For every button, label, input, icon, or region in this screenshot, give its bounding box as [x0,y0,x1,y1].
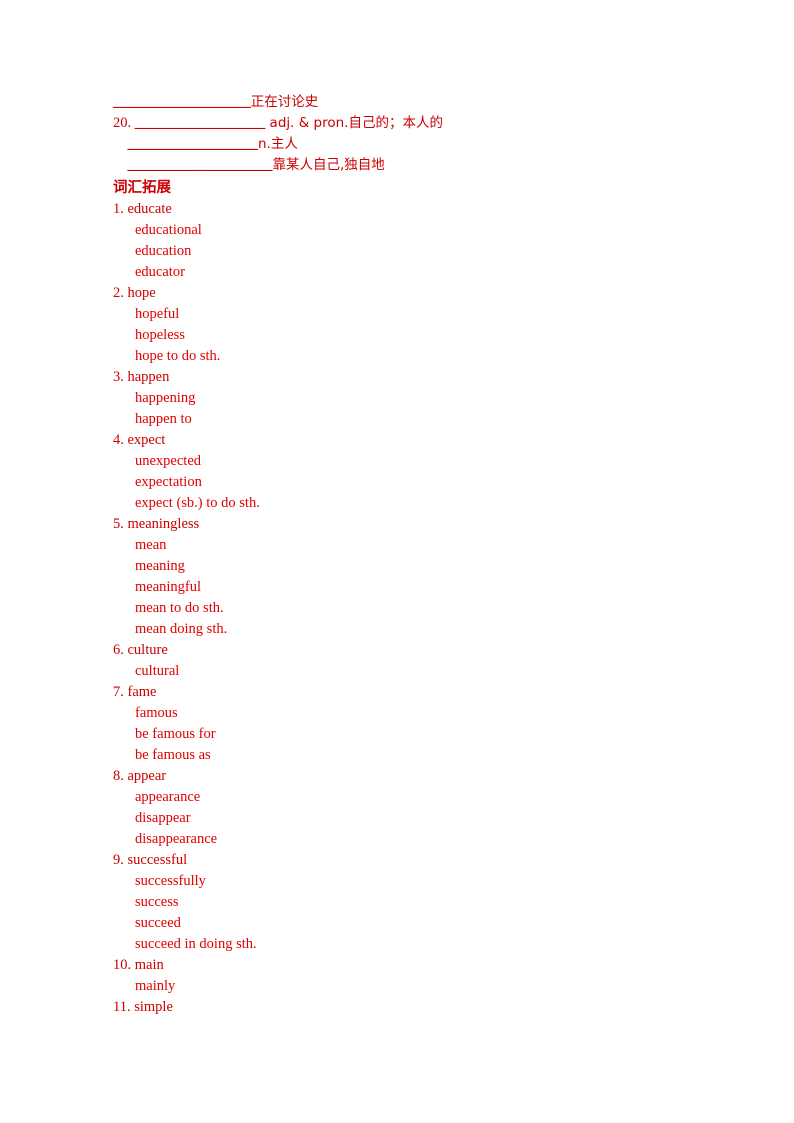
list-item: hopeful [135,306,180,322]
line-4-prefix [113,157,128,173]
blank-underline-4: ____________________ [127,157,273,173]
entry-number: 7. [113,684,124,700]
blank-underline-1: ___________________ [113,94,251,110]
list-item: success [135,894,179,910]
list-item: be famous for [135,726,216,742]
list-item: succeed [135,915,181,931]
list-item: 2. hope [113,283,693,304]
blank-meaning-4: 靠某人自己,独自地 [272,157,385,173]
list-item: educator [135,264,185,280]
entry-word: appear [127,768,167,784]
list-item: educational [135,222,202,238]
entry-number: 4. [113,432,124,448]
entry-word: culture [127,642,168,658]
list-item: appearance [135,789,201,805]
list-item: successfully [135,873,206,889]
blank-meaning-3: n.主人 [258,136,298,152]
entry-number: 2. [113,285,124,301]
list-item: education [135,243,192,259]
list-item: 5. meaningless [113,514,693,535]
vocab-blank-line-4: ____________________靠某人自己,独自地 [113,155,693,176]
list-item: 1. educate [113,199,693,220]
list-item: disappearance [135,831,218,847]
vocab-blank-line-1: ___________________正在讨论史 [113,92,693,113]
list-item: mean to do sth. [135,600,224,616]
list-item: expectation [135,474,202,490]
entry-word: hope [127,285,156,301]
document-page: ___________________正在讨论史 20. ___________… [0,0,794,1123]
entry-word: educate [127,201,172,217]
line-3-prefix [113,136,128,152]
list-item: mean doing sth. [135,621,228,637]
list-item: 8. appear [113,766,693,787]
entry-number: 8. [113,768,124,784]
list-item: 4. expect [113,430,693,451]
list-item: 3. happen [113,367,693,388]
list-item: expect (sb.) to do sth. [135,495,260,511]
vocab-blank-line-3: __________________n.主人 [113,134,693,155]
entry-word: meaningless [127,516,200,532]
document-content: ___________________正在讨论史 20. ___________… [113,92,693,1018]
vocab-blank-line-2: 20. __________________ adj. & pron.自己的；本… [113,113,693,134]
blank-meaning-1: 正在讨论史 [250,94,319,110]
list-item: 7. fame [113,682,693,703]
blank-underline-3: __________________ [127,136,259,152]
entry-number: 9. [113,852,124,868]
section-heading-vocabulary-expansion: 词汇拓展 [113,180,171,196]
entry-word: main [134,957,164,973]
entry-number: 10. [113,957,132,973]
entry-number: 6. [113,642,124,658]
list-item: be famous as [135,747,211,763]
entry-number: 3. [113,369,124,385]
blank-underline-2: __________________ [134,115,266,131]
blank-meaning-2: adj. & pron.自己的；本人的 [265,115,443,131]
list-item: mean [135,537,167,553]
entry-number: 1. [113,201,124,217]
list-item: meaningful [135,579,202,595]
entry-word: fame [127,684,157,700]
list-item: succeed in doing sth. [135,936,257,952]
entry-word: simple [134,999,173,1015]
list-item: 9. successful [113,850,693,871]
list-item: cultural [135,663,180,679]
entry-word: expect [127,432,166,448]
list-item: 6. culture [113,640,693,661]
list-item: hopeless [135,327,185,343]
list-item: 11. simple [113,997,693,1018]
list-item: unexpected [135,453,202,469]
list-item: disappear [135,810,191,826]
entry-word: successful [127,852,188,868]
list-item: happen to [135,411,192,427]
list-item: mainly [135,978,176,994]
entry-number: 5. [113,516,124,532]
list-item: 10. main [113,955,693,976]
list-item: hope to do sth. [135,348,221,364]
entry-number: 11. [113,999,131,1015]
list-item: meaning [135,558,185,574]
entry-word: happen [127,369,170,385]
list-item: happening [135,390,196,406]
list-item: famous [135,705,178,721]
item-number-20: 20. [113,115,135,131]
